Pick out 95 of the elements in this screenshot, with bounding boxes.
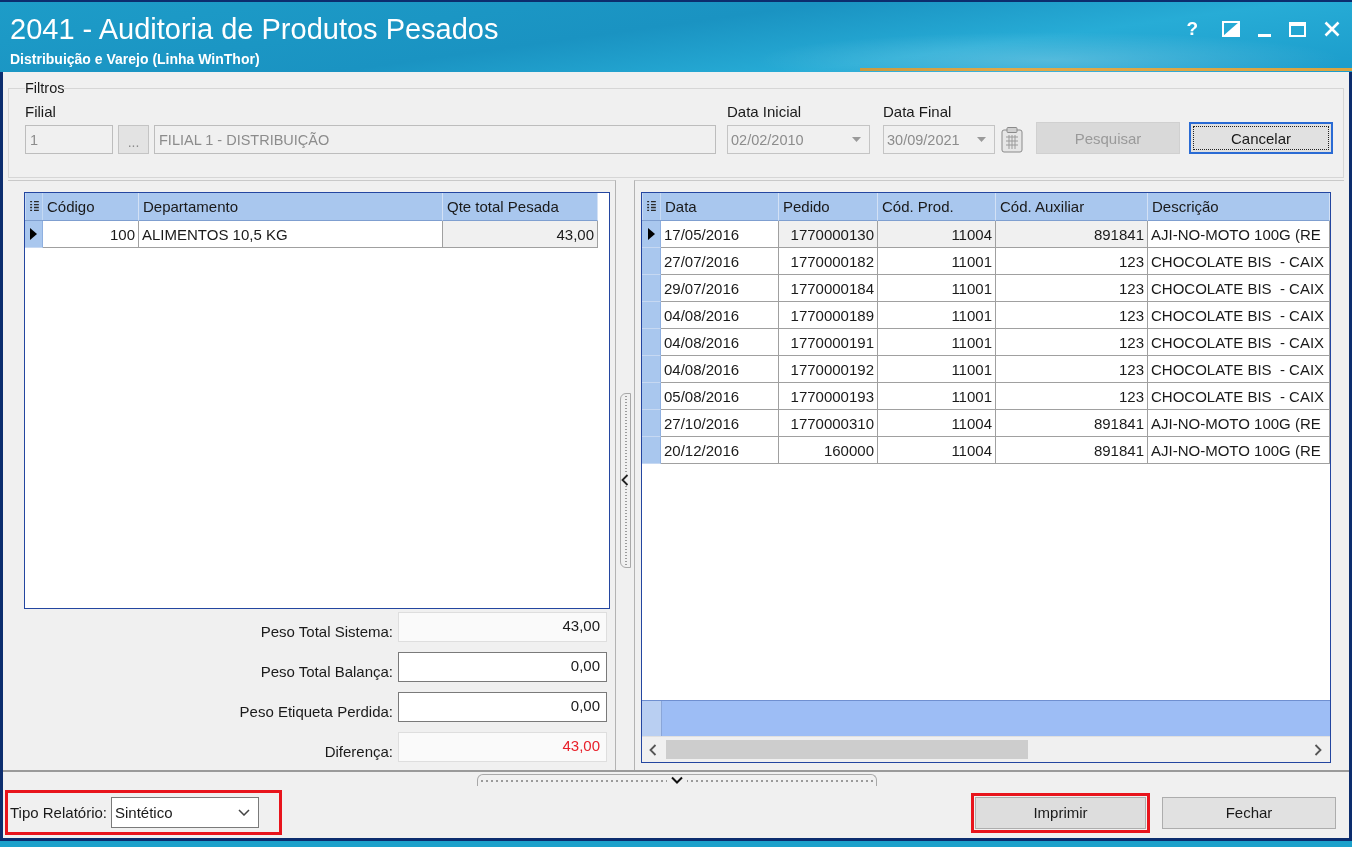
table-cell: 123 [996, 302, 1148, 329]
minimize-icon[interactable] [1258, 33, 1271, 37]
column-header[interactable]: Cód. Prod. [878, 193, 996, 221]
column-header[interactable]: Qte total Pesada [443, 193, 598, 221]
table-cell: 29/07/2016 [661, 275, 779, 302]
chevron-down-icon [238, 809, 250, 816]
table-cell: 04/08/2016 [661, 302, 779, 329]
value-field: 43,00 [398, 732, 607, 762]
table-cell: 11001 [878, 329, 996, 356]
field-label: Diferença: [324, 742, 393, 762]
table-cell: 123 [996, 248, 1148, 275]
table-cell: 11001 [878, 302, 996, 329]
splitter-handle[interactable] [619, 392, 631, 568]
table-cell: 11004 [878, 410, 996, 437]
cancel-button[interactable]: Cancelar [1189, 122, 1333, 154]
table-cell: CHOCOLATE BIS - CAIX [1148, 248, 1330, 275]
table-cell: 11001 [878, 356, 996, 383]
splitter-handle[interactable] [477, 774, 877, 786]
triangle-icon [647, 228, 655, 240]
table-cell: 160000 [779, 437, 878, 464]
table-cell: 1770000191 [779, 329, 878, 356]
field-label: Filial [25, 102, 57, 122]
table-cell: 891841 [996, 410, 1148, 437]
table-cell: 1770000192 [779, 356, 878, 383]
table-cell: 1770000189 [779, 302, 878, 329]
table-cell: AJI-NO-MOTO 100G (RE [1148, 410, 1330, 437]
table-cell: 1770000184 [779, 275, 878, 302]
table-cell: 1770000193 [779, 383, 878, 410]
table-cell: 20/12/2016 [661, 437, 779, 464]
table-cell: 123 [996, 356, 1148, 383]
table-cell: 11004 [878, 221, 996, 248]
chevron-left-icon[interactable] [621, 474, 629, 486]
table-cell: 11001 [878, 275, 996, 302]
row-indicator[interactable] [25, 221, 43, 248]
window-subtitle: Distribuição e Varejo (Linha WinThor) [10, 50, 261, 68]
table-cell: 123 [996, 329, 1148, 356]
field-label: Data Final [883, 102, 953, 122]
column-header[interactable]: Data [661, 193, 779, 221]
table-cell: 27/10/2016 [661, 410, 779, 437]
row-indicator[interactable] [642, 221, 661, 248]
triangle-icon [30, 228, 37, 240]
field-label: Tipo Relatório: [10, 804, 107, 821]
value-field: 43,00 [398, 612, 607, 642]
table-cell: 11004 [878, 437, 996, 464]
table-cell: 891841 [996, 437, 1148, 464]
column-header[interactable]: Descrição [1148, 193, 1330, 221]
group-title: Filtros [25, 80, 65, 97]
table-cell: 1770000310 [779, 410, 878, 437]
report-type-dropdown[interactable]: Sintético [111, 797, 259, 828]
table-cell: AJI-NO-MOTO 100G (RE [1148, 437, 1330, 464]
column-header[interactable]: Cód. Auxiliar [996, 193, 1148, 221]
scroll-thumb[interactable] [666, 740, 1028, 759]
field-label: Peso Etiqueta Perdida: [239, 702, 393, 722]
table-cell: CHOCOLATE BIS - CAIX [1148, 383, 1330, 410]
horizontal-scrollbar[interactable] [642, 736, 1330, 762]
table-cell: CHOCOLATE BIS - CAIX [1148, 275, 1330, 302]
print-button[interactable]: Imprimir [975, 796, 1146, 829]
table-cell: CHOCOLATE BIS - CAIX [1148, 302, 1330, 329]
list-icon[interactable] [25, 193, 43, 221]
table-cell: 891841 [996, 221, 1148, 248]
table-cell: 04/08/2016 [661, 356, 779, 383]
value-field[interactable]: 0,00 [398, 652, 607, 682]
table-cell: AJI-NO-MOTO 100G (RE [1148, 221, 1330, 248]
table-cell: 05/08/2016 [661, 383, 779, 410]
table-cell: CHOCOLATE BIS - CAIX [1148, 356, 1330, 383]
table-cell: 11001 [878, 248, 996, 275]
column-header[interactable]: Código [43, 193, 139, 221]
table-cell: CHOCOLATE BIS - CAIX [1148, 329, 1330, 356]
table-cell: 43,00 [443, 221, 598, 248]
table-cell: 100 [43, 221, 139, 248]
chevron-left-icon[interactable] [649, 743, 657, 756]
field-label: Peso Total Balança: [260, 662, 393, 682]
caret-icon [977, 137, 986, 142]
list-icon[interactable] [642, 193, 661, 221]
table-cell: 1770000182 [779, 248, 878, 275]
table-cell: 1770000130 [779, 221, 878, 248]
field-label: Peso Total Sistema: [260, 622, 393, 642]
table-cell: ALIMENTOS 10,5 KG [139, 221, 443, 248]
chevron-right-icon[interactable] [1314, 743, 1322, 756]
table-cell: 04/08/2016 [661, 329, 779, 356]
close-window-button[interactable]: Fechar [1162, 796, 1336, 829]
window-title: 2041 - Auditoria de Produtos Pesados [10, 13, 499, 46]
caret-icon [852, 137, 861, 142]
value-field[interactable]: 0,00 [398, 692, 607, 722]
table-cell: 11001 [878, 383, 996, 410]
column-header[interactable]: Departamento [139, 193, 443, 221]
table-cell: 123 [996, 275, 1148, 302]
table-cell: 17/05/2016 [661, 221, 779, 248]
column-header[interactable]: Pedido [779, 193, 878, 221]
half-filled-square-icon[interactable] [1222, 21, 1240, 37]
close-icon[interactable] [1324, 21, 1340, 37]
maximize-icon[interactable] [1289, 21, 1306, 37]
table-cell: 27/07/2016 [661, 248, 779, 275]
field-label: Data Inicial [727, 102, 803, 122]
table-cell: 123 [996, 383, 1148, 410]
